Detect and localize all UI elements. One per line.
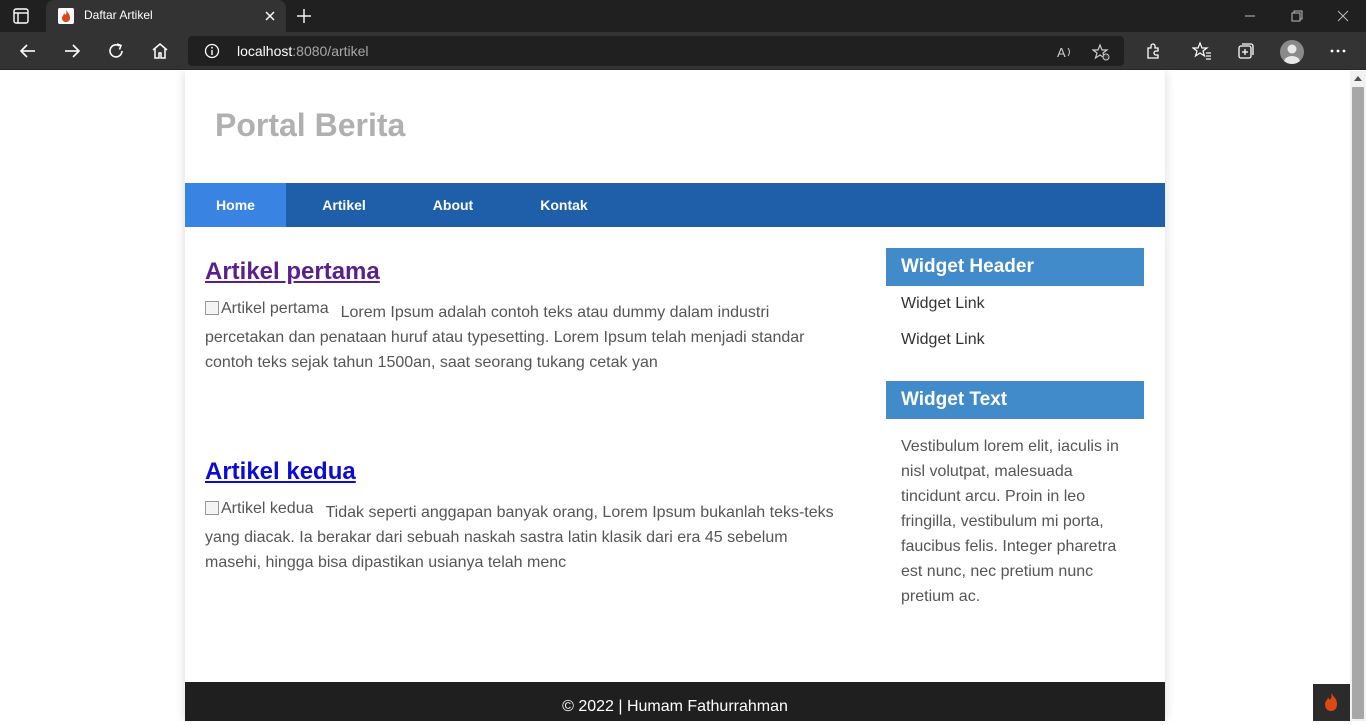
page-viewport: Portal Berita Home Artikel About Kontak … xyxy=(0,71,1350,721)
article-image: Artikel kedua xyxy=(205,496,314,521)
refresh-icon[interactable] xyxy=(106,41,126,61)
collections-icon[interactable] xyxy=(1236,41,1256,61)
home-icon[interactable] xyxy=(150,41,170,61)
widget-text-body: Vestibulum lorem elit, iaculis in nisl v… xyxy=(901,438,1119,605)
widget-text-header: Widget Text xyxy=(886,381,1144,419)
browser-tab-active[interactable]: Daftar Artikel xyxy=(46,0,286,32)
widget-link[interactable]: Widget Link xyxy=(886,322,1144,358)
new-tab-icon[interactable] xyxy=(294,6,314,26)
article-item: Artikel kedua Artikel kedua Tidak seperti… xyxy=(205,458,845,575)
codeigniter-flame-icon xyxy=(1325,693,1337,711)
tab-title: Daftar Artikel xyxy=(84,8,153,22)
article-title-link[interactable]: Artikel kedua xyxy=(205,458,845,486)
close-window-icon[interactable] xyxy=(1335,8,1351,24)
browser-tab-bar: Daftar Artikel xyxy=(0,0,1366,32)
url-path: :8080/artikel xyxy=(292,43,369,59)
site-footer: © 2022 | Humam Fathurrahman xyxy=(185,682,1165,721)
scroll-up-arrow-icon[interactable] xyxy=(1354,76,1362,81)
read-aloud-icon[interactable]: A xyxy=(1056,43,1074,61)
widget-link[interactable]: Widget Link xyxy=(886,286,1144,322)
article-excerpt: Artikel pertama Lorem Ipsum adalah contoh… xyxy=(205,300,845,375)
favorites-icon[interactable] xyxy=(1192,41,1212,61)
restore-icon[interactable] xyxy=(1289,8,1305,24)
codeigniter-flame-icon xyxy=(58,8,74,24)
page-container: Portal Berita Home Artikel About Kontak … xyxy=(185,71,1165,721)
scroll-thumb[interactable] xyxy=(1352,87,1364,719)
browser-toolbar: localhost:8080/artikel A xyxy=(0,32,1366,70)
article-excerpt: Artikel kedua Tidak seperti anggapan bany… xyxy=(205,500,845,575)
nav-about[interactable]: About xyxy=(402,183,504,227)
tab-actions-icon[interactable] xyxy=(12,7,30,25)
person-icon xyxy=(1284,44,1300,64)
site-info-icon[interactable] xyxy=(204,43,220,59)
forward-arrow-icon[interactable] xyxy=(62,41,82,61)
extensions-icon[interactable] xyxy=(1143,41,1163,61)
main-nav: Home Artikel About Kontak xyxy=(185,183,1165,227)
nav-artikel[interactable]: Artikel xyxy=(286,183,402,227)
broken-image-icon xyxy=(205,501,219,515)
widget-header: Widget Header xyxy=(886,248,1144,286)
widget-text: Widget Text Vestibulum lorem elit, iacul… xyxy=(886,381,1144,609)
article-item: Artikel pertama Artikel pertama Lorem Ips… xyxy=(205,258,845,375)
nav-kontak[interactable]: Kontak xyxy=(504,183,624,227)
url-text[interactable]: localhost:8080/artikel xyxy=(237,43,369,59)
footer-text: © 2022 | Humam Fathurrahman xyxy=(562,698,788,715)
article-image: Artikel pertama xyxy=(205,296,329,321)
article-image-alt: Artikel pertama xyxy=(221,300,329,317)
svg-text:A: A xyxy=(1057,45,1066,60)
address-bar[interactable]: localhost:8080/artikel A xyxy=(188,36,1124,66)
nav-home[interactable]: Home xyxy=(185,183,286,227)
debug-toolbar-button[interactable] xyxy=(1313,684,1350,721)
widget-links: Widget Header Widget Link Widget Link xyxy=(886,248,1144,358)
article-image-alt: Artikel kedua xyxy=(221,500,314,517)
profile-avatar[interactable] xyxy=(1280,40,1304,64)
article-title-link[interactable]: Artikel pertama xyxy=(205,258,845,286)
page-scrollbar[interactable] xyxy=(1350,71,1366,721)
site-header: Portal Berita xyxy=(185,71,1165,183)
minimize-icon[interactable] xyxy=(1242,8,1258,24)
site-title: Portal Berita xyxy=(215,107,406,143)
back-arrow-icon[interactable] xyxy=(18,41,38,61)
more-options-icon[interactable] xyxy=(1328,41,1348,61)
url-host: localhost xyxy=(237,43,293,59)
add-favorite-icon[interactable] xyxy=(1092,43,1110,61)
broken-image-icon xyxy=(205,301,219,315)
close-tab-icon[interactable] xyxy=(262,8,278,24)
